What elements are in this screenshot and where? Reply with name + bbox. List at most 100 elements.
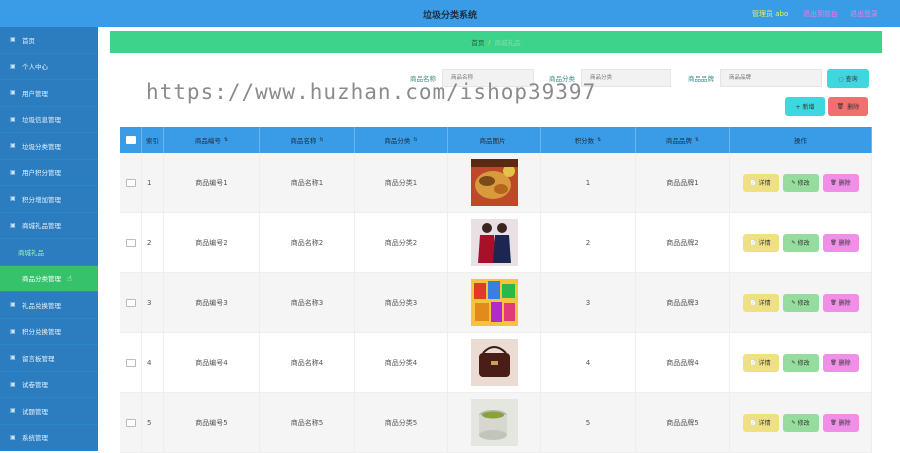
detail-label: 详情: [758, 300, 771, 307]
edit-button[interactable]: ✎ 修改: [782, 353, 819, 372]
sidebar-item-12[interactable]: ▣ 留言板管理: [0, 345, 98, 372]
sidebar-item-2[interactable]: ▣ 用户管理: [0, 80, 98, 107]
row-checkbox[interactable]: [125, 178, 136, 187]
delete-button[interactable]: 🗑 删除: [822, 413, 859, 432]
sidebar-item-9[interactable]: 商品分类管理 ☝: [0, 265, 98, 292]
cell-code: 商品编号1: [195, 178, 228, 187]
edit-label: 修改: [797, 240, 810, 247]
product-image: [470, 399, 518, 446]
users-icon: ▣: [10, 89, 16, 97]
edit-button[interactable]: ✎ 修改: [782, 293, 819, 312]
row-checkbox[interactable]: [125, 418, 136, 427]
row-checkbox[interactable]: [125, 298, 136, 307]
edit-button[interactable]: ✎ 修改: [782, 233, 819, 252]
cell-3: 商品名称5: [260, 393, 355, 452]
cell-7: 商品品牌1: [636, 153, 730, 212]
sidebar-item-4[interactable]: ▣ 垃圾分类管理: [0, 133, 98, 160]
delete-button[interactable]: 🗑 删除: [822, 293, 859, 312]
breadcrumb-home[interactable]: 首页: [471, 37, 484, 47]
search-brand-input[interactable]: [720, 69, 822, 87]
delete-icon: 🗑: [830, 179, 837, 186]
delete-label: 删除: [838, 180, 851, 187]
sidebar-item-14[interactable]: ▣ 试题管理: [0, 398, 98, 425]
column-header-5[interactable]: 商品图片: [448, 127, 541, 153]
edit-icon: ✎: [791, 359, 796, 366]
edit-label: 修改: [797, 180, 810, 187]
sidebar-item-11[interactable]: ▣ 积分兑换管理: [0, 319, 98, 345]
cell-brand: 商品品牌5: [666, 418, 699, 427]
coin-icon: ▣: [10, 327, 16, 335]
detail-button[interactable]: 📄 详情: [742, 173, 779, 192]
sidebar-item-label: 系统管理: [22, 434, 48, 443]
edit-label: 修改: [797, 420, 810, 427]
delete-button[interactable]: 🗑 删除: [822, 353, 859, 372]
sidebar-item-0[interactable]: ▣ 首页: [0, 27, 98, 54]
delete-button[interactable]: 🗑 删除: [822, 173, 859, 192]
add-button[interactable]: + 新增: [785, 97, 825, 116]
sidebar-item-1[interactable]: ▣ 个人中心: [0, 54, 98, 80]
cell-1: 1: [142, 153, 164, 212]
cell-8: 📄 详情 ✎ 修改 🗑 删除: [730, 153, 872, 212]
switch-frontend-link[interactable]: 退出到前台: [803, 9, 838, 19]
table-row: 2 商品编号2 商品名称2 商品分类2 2 商品品牌2 📄 详情 ✎ 修改 🗑 删除: [120, 213, 872, 273]
delete-icon: 🗑: [830, 359, 837, 366]
edit-button[interactable]: ✎ 修改: [782, 413, 819, 432]
breadcrumb-separator: /: [488, 38, 491, 46]
row-checkbox[interactable]: [125, 358, 136, 367]
sidebar-item-10[interactable]: ▣ 礼品兑换管理: [0, 292, 98, 319]
sidebar-item-6[interactable]: ▣ 积分增加管理: [0, 186, 98, 213]
sort-icon[interactable]: ⇅: [224, 137, 228, 143]
query-button[interactable]: ◌ 查询: [827, 69, 869, 88]
batch-delete-button[interactable]: 🗑 删除: [828, 97, 868, 116]
sidebar-item-label: 商品分类管理: [22, 275, 61, 284]
detail-button[interactable]: 📄 详情: [742, 413, 779, 432]
detail-button[interactable]: 📄 详情: [742, 353, 779, 372]
sort-icon[interactable]: ⇅: [319, 137, 323, 143]
sidebar-item-label: 试题管理: [22, 407, 48, 416]
detail-button[interactable]: 📄 详情: [742, 233, 779, 252]
column-header-6[interactable]: 积分数 ⇅: [541, 127, 636, 153]
detail-button[interactable]: 📄 详情: [742, 293, 779, 312]
column-header-label: 索引: [146, 137, 159, 145]
sidebar-item-label: 个人中心: [22, 63, 48, 72]
delete-label: 删除: [838, 420, 851, 427]
sidebar-item-7[interactable]: ▣ 商城礼品管理: [0, 213, 98, 239]
product-image: [470, 339, 518, 386]
sort-icon[interactable]: ⇅: [597, 137, 601, 143]
cell-name: 商品名称5: [290, 418, 324, 427]
detail-label: 详情: [758, 180, 771, 187]
sidebar-item-15[interactable]: ▣ 系统管理: [0, 425, 98, 451]
edit-icon: ✎: [791, 419, 796, 426]
sort-icon[interactable]: ⇅: [695, 137, 699, 143]
sidebar-item-3[interactable]: ▣ 垃圾信息管理: [0, 107, 98, 133]
search-category-input[interactable]: [581, 69, 671, 87]
sidebar-item-label: 用户积分管理: [22, 169, 61, 178]
user-icon: ▣: [10, 62, 16, 70]
column-header-0[interactable]: [120, 127, 142, 153]
column-header-3[interactable]: 商品名称 ⇅: [260, 127, 355, 153]
sort-icon[interactable]: ⇅: [413, 137, 417, 143]
logout-link[interactable]: 退出登录: [850, 9, 878, 19]
cell-code: 商品编号4: [195, 358, 228, 367]
cell-category: 商品分类1: [384, 178, 418, 187]
search-name-group: 商品名称: [410, 69, 534, 87]
table-row: 4 商品编号4 商品名称4 商品分类4 4 商品品牌4 📄 详情 ✎ 修改 🗑 删除: [120, 333, 872, 393]
cell-7: 商品品牌2: [636, 213, 730, 272]
column-header-7[interactable]: 商品品牌 ⇅: [636, 127, 730, 153]
column-header-2[interactable]: 商品编号 ⇅: [164, 127, 260, 153]
sidebar-item-5[interactable]: ▣ 用户积分管理: [0, 160, 98, 186]
top-header: 垃圾分类系统 管理员 abo 退出到前台 退出登录: [0, 0, 900, 27]
sidebar-item-8[interactable]: 商城礼品: [0, 239, 98, 266]
sidebar-item-13[interactable]: ▣ 试卷管理: [0, 372, 98, 398]
column-header-label: 商品图片: [479, 137, 506, 145]
select-all-checkbox[interactable]: [125, 136, 136, 144]
cell-brand: 商品品牌4: [666, 358, 699, 367]
column-header-4[interactable]: 商品分类 ⇅: [355, 127, 448, 153]
row-checkbox[interactable]: [125, 238, 136, 247]
cell-index: 5: [147, 418, 152, 427]
sidebar-item-label: 垃圾信息管理: [22, 116, 61, 125]
edit-button[interactable]: ✎ 修改: [782, 173, 819, 192]
cell-3: 商品名称2: [260, 213, 355, 272]
search-name-input[interactable]: [442, 69, 534, 87]
delete-button[interactable]: 🗑 删除: [822, 233, 859, 252]
